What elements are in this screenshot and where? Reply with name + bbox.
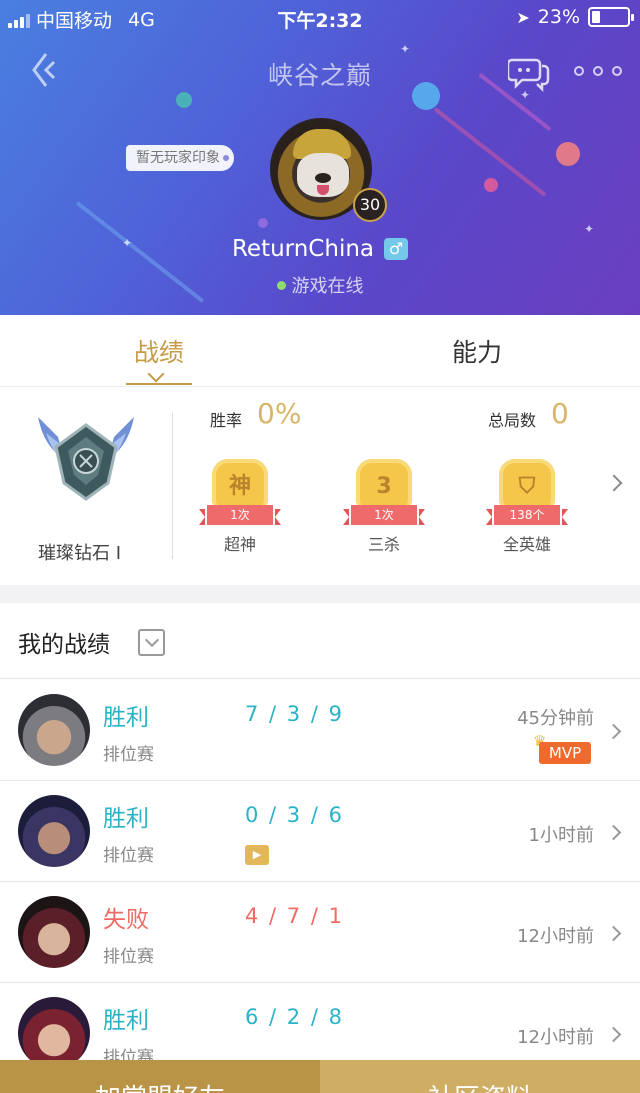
total-games-label: 总局数 (488, 411, 537, 430)
match-time: 1小时前 (528, 825, 594, 846)
chevron-right-icon (605, 925, 622, 942)
rank-stats-panel[interactable]: 璀璨钻石 I 胜率 0% 总局数 0 神 1次 超神 3 1次 三杀 ⛉ 138… (0, 387, 640, 585)
match-result: 胜利 (103, 705, 149, 731)
battery-icon (588, 7, 634, 27)
player-impression-tag[interactable]: 暂无玩家印象 (126, 145, 234, 171)
status-bar: 中国移动 4G 下午2:32 ➤ 23% (0, 0, 640, 36)
match-row[interactable]: 胜利 排位赛 0 / 3 / 6 ▶ 1小时前 (0, 781, 640, 882)
battery-percent: 23% (537, 6, 580, 28)
match-row[interactable]: 失败 排位赛 4 / 7 / 1 12小时前 (0, 882, 640, 983)
match-time: 12小时前 (517, 926, 594, 947)
replay-video-icon[interactable]: ▶ (245, 845, 269, 865)
location-icon: ➤ (516, 7, 530, 27)
more-dot (574, 66, 584, 76)
more-dot (612, 66, 622, 76)
add-friend-button[interactable]: 加掌盟好友 (0, 1060, 320, 1093)
battery-fill (592, 11, 600, 23)
mvp-badge: MVP (539, 742, 591, 764)
hero-avatar (18, 997, 90, 1069)
badge-triple-kill[interactable]: 3 1次 三杀 (343, 459, 425, 555)
more-dot (593, 66, 603, 76)
tab-ability[interactable]: 能力 (452, 333, 502, 369)
match-result: 胜利 (103, 806, 149, 832)
hero-avatar (18, 896, 90, 968)
decor-star: ✦ (584, 222, 595, 236)
badge-label: 全英雄 (502, 535, 551, 554)
decor-dot (258, 218, 268, 228)
gender-male-icon: ♂ (384, 238, 409, 260)
win-rate-label: 胜率 (210, 411, 243, 430)
match-kda: 4 / 7 / 1 (245, 904, 344, 928)
badge-label: 超神 (223, 535, 256, 554)
profile-hero: ✦ ✦ ✦ ✦ 中国移动 4G 下午2:32 ➤ 23% 峡谷之巅 暂无玩家印象… (0, 0, 640, 315)
divider (172, 413, 173, 559)
match-time: 12小时前 (517, 1027, 594, 1048)
filter-dropdown-button[interactable] (138, 629, 165, 656)
match-mode: 排位赛 (103, 947, 154, 967)
match-result: 失败 (103, 907, 149, 933)
badge-all-heroes[interactable]: ⛉ 138个 全英雄 (486, 459, 568, 555)
tab-bar: 战绩 能力 (0, 315, 640, 387)
hero-avatar (18, 795, 90, 867)
more-button[interactable] (574, 60, 622, 82)
badge-godlike[interactable]: 神 1次 超神 (199, 459, 281, 555)
chevron-right-icon (605, 1026, 622, 1043)
hero-avatar (18, 694, 90, 766)
chevron-right-icon (605, 723, 622, 740)
total-games-value: 0 (551, 397, 569, 430)
match-history-header: 我的战绩 (0, 603, 640, 679)
decor-dot (556, 142, 580, 166)
chevron-right-icon (605, 824, 622, 841)
match-result: 胜利 (103, 1008, 149, 1034)
rank-emblem-icon (34, 407, 138, 503)
tab-match-record[interactable]: 战绩 (125, 333, 193, 385)
match-row[interactable]: 胜利 排位赛 7 / 3 / 9 45分钟前 ♛ MVP (0, 680, 640, 781)
match-kda: 6 / 2 / 8 (245, 1005, 344, 1029)
match-history-title: 我的战绩 (18, 632, 110, 658)
rank-name: 璀璨钻石 I (38, 543, 122, 564)
decor-dot (484, 178, 498, 192)
match-time: 45分钟前 (517, 708, 594, 729)
badge-count: 138个 (486, 505, 568, 525)
match-kda: 7 / 3 / 9 (245, 702, 344, 726)
decor-dot (176, 92, 192, 108)
online-status: 游戏在线 (291, 276, 364, 297)
online-status-dot (276, 280, 286, 290)
add-friend-label: 加掌盟好友 (95, 1078, 225, 1093)
community-profile-button[interactable]: 社区资料 (320, 1060, 640, 1093)
chat-button[interactable] (506, 54, 550, 93)
player-nickname: ReturnChina (231, 236, 375, 262)
match-mode: 排位赛 (103, 846, 154, 866)
match-kda: 0 / 3 / 6 (245, 803, 344, 827)
chat-icon (506, 58, 550, 93)
decor-star: ✦ (400, 42, 411, 56)
badge-count: 1次 (343, 505, 425, 525)
bottom-action-bar: 加掌盟好友 社区资料 (0, 1060, 640, 1093)
community-profile-label: 社区资料 (428, 1078, 532, 1093)
badge-count: 1次 (199, 505, 281, 525)
level-badge: 30 (353, 188, 387, 222)
win-rate-value: 0% (257, 397, 302, 430)
badge-label: 三杀 (367, 535, 400, 554)
match-history: 我的战绩 胜利 排位赛 7 / 3 / 9 45分钟前 ♛ MVP 胜利 排位赛… (0, 603, 640, 1093)
chevron-right-icon[interactable] (605, 474, 623, 492)
match-mode: 排位赛 (103, 745, 154, 765)
